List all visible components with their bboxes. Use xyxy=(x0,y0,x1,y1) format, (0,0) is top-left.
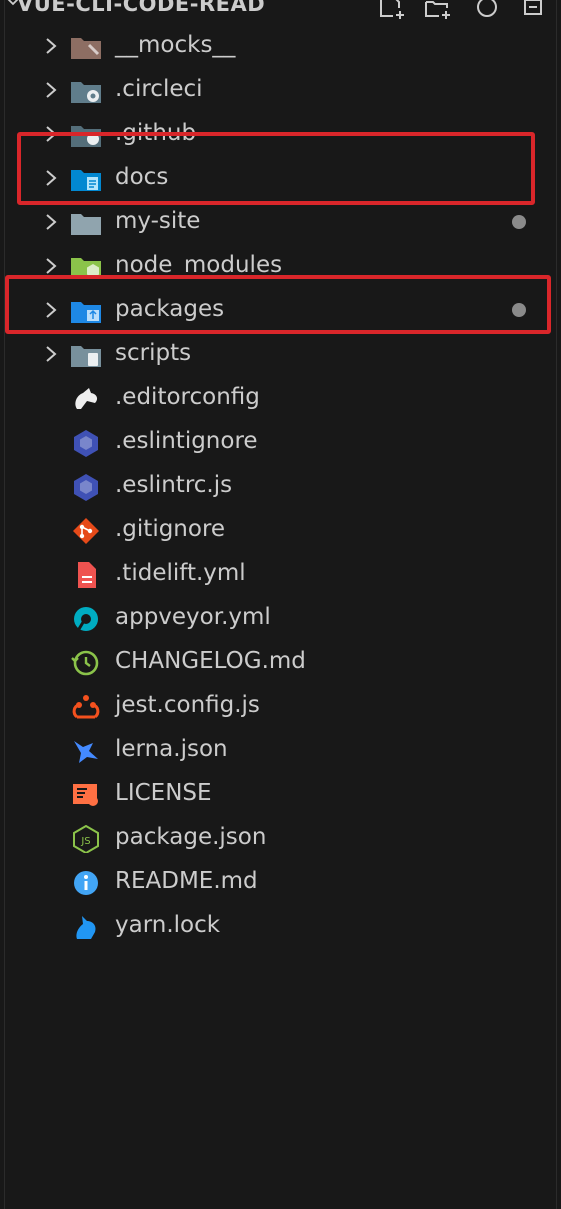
modified-dot-indicator xyxy=(512,303,526,317)
appveyor-icon xyxy=(69,605,103,633)
new-folder-icon[interactable] xyxy=(423,0,453,20)
tree-item-label: .eslintrc.js xyxy=(115,472,233,498)
eslint-icon xyxy=(69,473,103,501)
folder-circleci-icon xyxy=(69,77,103,105)
modified-dot-indicator xyxy=(512,215,526,229)
folder-row-packages[interactable]: packages xyxy=(5,288,556,332)
tree-item-label: CHANGELOG.md xyxy=(115,648,306,674)
folder-docs-icon xyxy=(69,165,103,193)
tree-item-label: package.json xyxy=(115,824,267,850)
chevron-right-icon[interactable] xyxy=(41,344,61,364)
tree-item-label: scripts xyxy=(115,340,192,366)
tree-item-label: LICENSE xyxy=(115,780,212,806)
tree-item-label: yarn.lock xyxy=(115,912,221,938)
tree-item-label: jest.config.js xyxy=(115,692,260,718)
file-row-appveyor-yml[interactable]: appveyor.yml xyxy=(5,596,556,640)
file-row-package-json[interactable]: JS package.json xyxy=(5,816,556,860)
tree-item-label: .gitignore xyxy=(115,516,226,542)
folder-icon xyxy=(69,209,103,237)
file-row-tidelift-yml[interactable]: .tidelift.yml xyxy=(5,552,556,596)
chevron-right-icon[interactable] xyxy=(41,212,61,232)
changelog-icon xyxy=(69,649,103,677)
folder-row-github[interactable]: .github xyxy=(5,112,556,156)
yarn-icon xyxy=(69,913,103,941)
file-row-yarn-lock[interactable]: yarn.lock xyxy=(5,904,556,948)
folder-scripts-icon xyxy=(69,341,103,369)
chevron-right-icon[interactable] xyxy=(41,256,61,276)
tree-item-label: README.md xyxy=(115,868,258,894)
tree-item-label: .github xyxy=(115,120,197,146)
folder-row-node-modules[interactable]: node_modules xyxy=(5,244,556,288)
tree-item-label: .eslintignore xyxy=(115,428,258,454)
jest-icon xyxy=(69,693,103,721)
git-icon xyxy=(69,517,103,545)
tree-item-label: appveyor.yml xyxy=(115,604,271,630)
file-row-jest-config-js[interactable]: jest.config.js xyxy=(5,684,556,728)
chevron-right-icon[interactable] xyxy=(41,168,61,188)
new-file-icon[interactable] xyxy=(377,0,407,20)
tidelift-icon xyxy=(69,561,103,589)
folder-row-circleci[interactable]: .circleci xyxy=(5,68,556,112)
file-row-gitignore[interactable]: .gitignore xyxy=(5,508,556,552)
folder-row-mocks[interactable]: __mocks__ xyxy=(5,24,556,68)
tree-item-label: my-site xyxy=(115,208,201,234)
folder-github-icon xyxy=(69,121,103,149)
folder-row-docs[interactable]: docs xyxy=(5,156,556,200)
tree-item-label: node_modules xyxy=(115,252,283,278)
tree-item-label: .circleci xyxy=(115,76,203,102)
file-row-lerna-json[interactable]: lerna.json xyxy=(5,728,556,772)
folder-row-my-site[interactable]: my-site xyxy=(5,200,556,244)
nodejs-icon: JS xyxy=(69,824,103,855)
refresh-icon[interactable] xyxy=(473,0,503,20)
chevron-right-icon[interactable] xyxy=(41,36,61,56)
editorconfig-icon xyxy=(69,385,103,413)
file-row-readme-md[interactable]: README.md xyxy=(5,860,556,904)
folder-row-scripts[interactable]: scripts xyxy=(5,332,556,376)
chevron-right-icon[interactable] xyxy=(41,80,61,100)
file-row-license[interactable]: LICENSE xyxy=(5,772,556,816)
tree-item-label: docs xyxy=(115,164,169,190)
tree-item-label: packages xyxy=(115,296,225,322)
file-row-eslintrc-js[interactable]: .eslintrc.js xyxy=(5,464,556,508)
folder-mocks-icon xyxy=(69,33,103,61)
explorer-panel: VUE-CLI-CODE-READ __mocks__ .circleci .git… xyxy=(4,0,557,1209)
collapse-all-icon[interactable] xyxy=(519,0,549,20)
file-row-changelog-md[interactable]: CHANGELOG.md xyxy=(5,640,556,684)
tree-item-label: lerna.json xyxy=(115,736,228,762)
lerna-icon xyxy=(69,737,103,765)
file-row-eslintignore[interactable]: .eslintignore xyxy=(5,420,556,464)
file-row-editorconfig[interactable]: .editorconfig xyxy=(5,376,556,420)
license-icon xyxy=(69,781,103,809)
explorer-header[interactable]: VUE-CLI-CODE-READ xyxy=(5,0,556,19)
tree-item-label: .tidelift.yml xyxy=(115,560,246,586)
tree-item-label: __mocks__ xyxy=(115,32,236,58)
eslint-icon xyxy=(69,429,103,457)
folder-packages-icon xyxy=(69,297,103,325)
folder-node-icon xyxy=(69,253,103,281)
workspace-title: VUE-CLI-CODE-READ xyxy=(17,0,266,16)
tree-item-label: .editorconfig xyxy=(115,384,260,410)
readme-icon xyxy=(69,869,103,897)
svg-text:JS: JS xyxy=(80,836,90,847)
chevron-right-icon[interactable] xyxy=(41,124,61,144)
chevron-right-icon[interactable] xyxy=(41,300,61,320)
